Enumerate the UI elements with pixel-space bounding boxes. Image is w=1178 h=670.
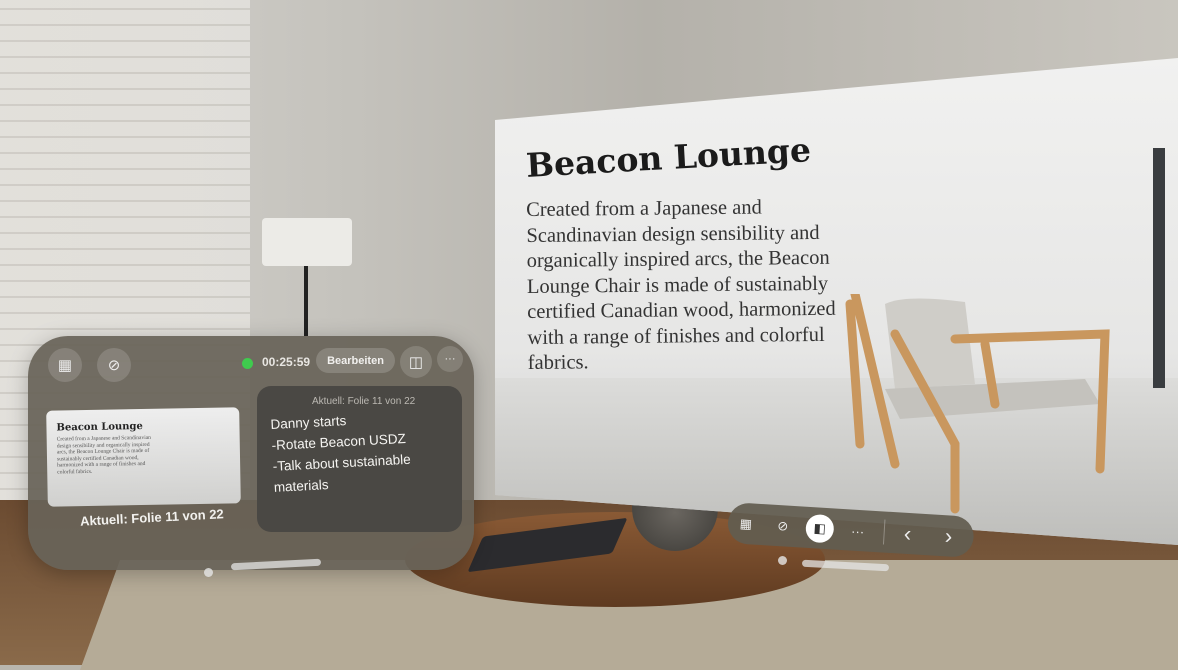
timer: 00:25:59 (262, 355, 311, 369)
chevron-left-icon[interactable]: ‹ (893, 519, 923, 549)
floor-lamp (262, 218, 352, 266)
layout-icon[interactable]: ◫ (400, 346, 432, 378)
window-close-dot[interactable] (778, 556, 787, 565)
current-slide-thumbnail[interactable]: Beacon Lounge Created from a Japanese an… (46, 407, 241, 507)
annotate-icon[interactable]: ⊘ (768, 512, 798, 542)
annotate-icon[interactable]: ⊘ (97, 348, 131, 382)
grid-icon[interactable]: ▦ (731, 509, 761, 539)
grid-icon[interactable]: ▦ (48, 348, 82, 382)
slide-body: Created from a Japanese and Scandinavian… (526, 196, 836, 374)
more-icon[interactable]: ··· (437, 346, 463, 372)
chair-image (845, 294, 1110, 514)
timer-status-dot (242, 358, 253, 369)
slide-window: Beacon Lounge Created from a Japanese an… (495, 58, 1178, 545)
notes-caption: Aktuell: Folie 11 von 22 (312, 396, 416, 407)
presenter-notes[interactable]: Aktuell: Folie 11 von 22 Danny starts -R… (257, 386, 462, 532)
toolbar-divider (882, 519, 886, 545)
presenter-view-icon[interactable]: ◧ (804, 513, 835, 544)
notes-text: Danny starts -Rotate Beacon USDZ -Talk a… (270, 404, 459, 498)
lamp-pole (304, 266, 308, 336)
thumbnail-body: Created from a Japanese and Scandinavian… (56, 434, 151, 476)
thumbnail-title: Beacon Lounge (56, 421, 143, 434)
slide-window-frame (1153, 148, 1165, 388)
window-close-dot[interactable] (204, 568, 213, 577)
edit-button[interactable]: Bearbeiten (316, 348, 395, 373)
chevron-right-icon[interactable]: › (934, 522, 964, 552)
slide-title: Beacon Lounge (525, 130, 812, 185)
more-icon[interactable]: ··· (843, 516, 873, 546)
